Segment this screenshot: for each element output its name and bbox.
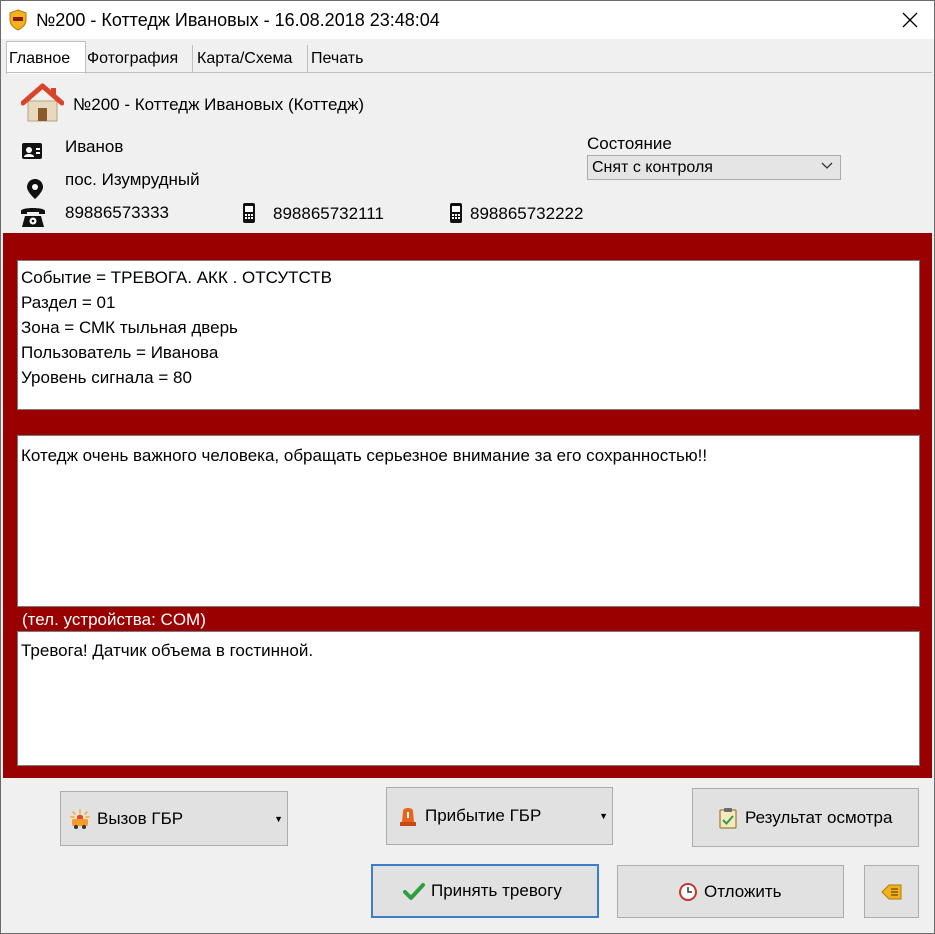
state-label: Состояние	[587, 134, 672, 153]
object-address: пос. Изумрудный	[65, 170, 200, 189]
alarm-description-text: Тревога! Датчик объема в гостинной.	[21, 641, 314, 660]
dropdown-arrow-icon: ▼	[274, 813, 283, 824]
event-line: Зона = СМК тыльная дверь	[21, 318, 238, 337]
telephone-icon	[21, 208, 45, 227]
call-gbr-button[interactable]: Вызов ГБР ▼	[60, 791, 288, 846]
postpone-label: Отложить	[704, 881, 782, 901]
event-line: Пользователь = Иванова	[21, 343, 219, 362]
tab-divider	[6, 72, 932, 73]
arrival-gbr-button[interactable]: Прибытие ГБР ▼	[386, 787, 613, 845]
call-gbr-label: Вызов ГБР	[97, 808, 184, 828]
checkmark-icon	[403, 883, 425, 900]
owner-name: Иванов	[65, 137, 124, 156]
phone-number: 89886573333	[65, 203, 170, 222]
tab-main[interactable]: Главное	[6, 41, 86, 74]
object-title: №200 - Коттедж Ивановых (Коттедж)	[73, 95, 365, 114]
window-title: №200 - Коттедж Ивановых - 16.08.2018 23:…	[36, 10, 440, 30]
mobile-phone-icon	[450, 203, 462, 223]
alarm-window: №200 - Коттедж Ивановых - 16.08.2018 23:…	[0, 0, 935, 934]
note-arrow-icon	[880, 884, 901, 899]
shield-icon	[9, 9, 27, 31]
title-bar: №200 - Коттедж Ивановых - 16.08.2018 23:…	[1, 1, 934, 39]
id-card-icon	[22, 143, 42, 159]
close-icon	[902, 12, 918, 28]
extra-action-button[interactable]	[864, 865, 919, 918]
accept-alarm-label: Принять тревогу	[431, 881, 562, 900]
inspection-result-button[interactable]: Результат осмотра	[692, 788, 919, 847]
siren-car-icon	[70, 808, 90, 829]
dropdown-arrow-icon: ▼	[599, 811, 608, 821]
clipboard-check-icon	[719, 807, 737, 829]
siren-icon	[400, 808, 416, 826]
state-select-value: Снят с контроля	[592, 159, 713, 176]
close-button[interactable]	[888, 3, 932, 37]
postpone-button[interactable]: Отложить	[617, 865, 844, 918]
event-line: Раздел = 01	[21, 293, 116, 312]
location-pin-icon	[27, 179, 43, 199]
accept-alarm-button[interactable]: Принять тревогу	[371, 864, 599, 918]
mobile-number-2: 898865732222	[470, 204, 584, 223]
mobile-number-1: 898865732111	[273, 204, 384, 223]
arrival-gbr-label: Прибытие ГБР	[425, 806, 542, 825]
tab-map[interactable]: Карта/Схема	[195, 45, 308, 72]
inspection-result-label: Результат осмотра	[745, 807, 893, 827]
house-icon	[21, 83, 64, 122]
clock-icon	[679, 882, 697, 901]
chevron-down-icon	[821, 162, 833, 169]
alarm-description-box[interactable]: Тревога! Датчик объема в гостинной.	[17, 631, 920, 766]
tab-print[interactable]: Печать	[309, 45, 373, 72]
object-note-text: Котедж очень важного человека, обращать …	[21, 446, 708, 465]
object-note-box[interactable]: Котедж очень важного человека, обращать …	[17, 435, 920, 607]
event-line: Событие = ТРЕВОГА. АКК . ОТСУТСТВ	[21, 268, 332, 287]
mobile-phone-icon	[243, 203, 255, 223]
device-label: (тел. устройства: COM)	[22, 610, 206, 629]
tab-photo[interactable]: Фотография	[85, 45, 193, 72]
state-select[interactable]: Снят с контроля	[587, 155, 841, 180]
event-details-box[interactable]: Событие = ТРЕВОГА. АКК . ОТСУТСТВ Раздел…	[17, 260, 920, 410]
event-line: Уровень сигнала = 80	[21, 368, 192, 387]
